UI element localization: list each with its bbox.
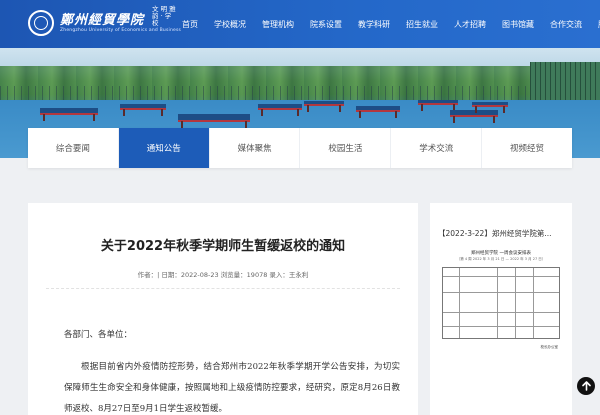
tab-academic-exchange[interactable]: 学术交流 (391, 128, 483, 168)
sidebar-card: 【2022-3-22】郑州经贸学院第... 郑州经贸学院 一周会议安排表 （第 … (430, 203, 572, 415)
sidebar-item-title[interactable]: 【2022-3-22】郑州经贸学院第... (438, 228, 568, 239)
sidebar-item-thumbnail[interactable]: 郑州经贸学院 一周会议安排表 （第 4 周 2022 年 3 月 21 日 — … (440, 251, 562, 355)
article-card: 关于2022年秋季学期师生暂缓返校的通知 作者：| 日期：2022-08-23 … (28, 203, 418, 415)
doc-table (442, 267, 560, 339)
logo-english-name: Zhengzhou University of Economics and Bu… (60, 28, 182, 33)
arrow-up-icon (581, 381, 591, 391)
doc-table-line (443, 292, 559, 293)
pingpong-table (472, 102, 508, 113)
site-header: 鄭州經貿學院 Zhengzhou University of Economics… (0, 0, 600, 48)
doc-subheading: （第 4 周 2022 年 3 月 21 日 — 2022 年 3 月 27 日… (456, 257, 546, 261)
nav-item-home[interactable]: 首页 (174, 19, 206, 30)
article-body: 各部门、各单位： 根据目前省内外疫情防控形势，结合郑州市2022年秋季学期开学公… (64, 325, 400, 415)
doc-table-line (515, 268, 516, 338)
doc-footer: 校长办公室 (540, 345, 559, 349)
nav-item-cooperation[interactable]: 合作交流 (542, 19, 590, 30)
nav-item-about[interactable]: 学校概况 (206, 19, 254, 30)
nav-item-library[interactable]: 图书馆藏 (494, 19, 542, 30)
pingpong-table (40, 108, 98, 121)
pingpong-table (304, 101, 344, 112)
article-salutation: 各部门、各单位： (64, 330, 133, 340)
doc-table-line (443, 312, 559, 313)
pingpong-table (356, 106, 400, 118)
back-to-top-button[interactable] (577, 377, 595, 395)
nav-item-recruitment[interactable]: 人才招聘 (446, 19, 494, 30)
nav-item-services[interactable]: 服务指南 (590, 19, 600, 30)
nav-item-admin[interactable]: 管理机构 (254, 19, 302, 30)
article-meta: 作者：| 日期：2022-08-23 浏览量：19078 录入：王永利 (137, 271, 309, 279)
school-seal-icon (28, 10, 54, 36)
news-category-tabs: 综合要闻 通知公告 媒体聚焦 校园生活 学术交流 视频经贸 (28, 128, 572, 168)
nav-item-departments[interactable]: 院系设置 (302, 19, 350, 30)
article-divider (46, 288, 400, 289)
pingpong-table (450, 110, 498, 123)
doc-table-line (497, 268, 498, 338)
doc-table-line (533, 268, 534, 338)
tab-video[interactable]: 视频经贸 (482, 128, 572, 168)
tab-campus-life[interactable]: 校园生活 (300, 128, 392, 168)
tab-notices[interactable]: 通知公告 (118, 128, 210, 168)
article-paragraph: 根据目前省内外疫情防控形势，结合郑州市2022年秋季学期开学公告安排，为切实保障… (64, 362, 400, 414)
doc-table-line (443, 326, 559, 327)
pingpong-table (258, 104, 302, 116)
pingpong-table (418, 100, 458, 111)
doc-table-line (443, 276, 559, 277)
pingpong-table (178, 114, 250, 128)
doc-table-line (459, 268, 460, 338)
main-nav: 首页 学校概况 管理机构 院系设置 教学科研 招生就业 人才招聘 图书馆藏 合作… (174, 0, 600, 48)
logo-chinese-name: 鄭州經貿學院 (60, 13, 145, 28)
nav-item-teaching[interactable]: 教学科研 (350, 19, 398, 30)
tab-media-focus[interactable]: 媒体聚焦 (210, 128, 301, 168)
tab-general-news[interactable]: 综合要闻 (28, 128, 119, 168)
article-title: 关于2022年秋季学期师生暂缓返校的通知 (100, 239, 346, 254)
pingpong-table (120, 104, 166, 116)
nav-item-admissions[interactable]: 招生就业 (398, 19, 446, 30)
